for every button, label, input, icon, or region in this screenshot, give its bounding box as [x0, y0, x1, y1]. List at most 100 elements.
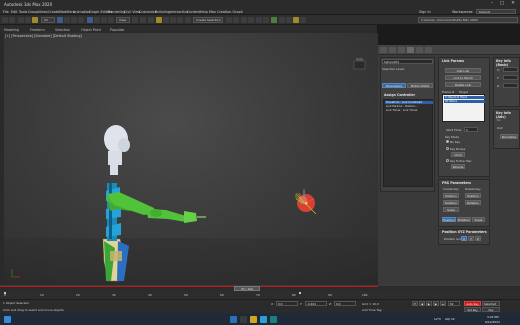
- time-slider-thumb[interactable]: 82 / 100: [234, 285, 260, 291]
- curve-editor-icon[interactable]: [256, 16, 262, 23]
- rotation-mode-button[interactable]: Rotation: [457, 217, 471, 222]
- placement-icon[interactable]: [108, 16, 114, 23]
- render-in-cloud-icon[interactable]: [300, 16, 306, 23]
- menu-create[interactable]: Create: [48, 10, 59, 14]
- select-object-icon[interactable]: [57, 16, 63, 23]
- move-icon[interactable]: [87, 16, 93, 23]
- project-path-field[interactable]: C:\Users\...\Documents\3ds Max 2020: [418, 16, 518, 23]
- minimize-button[interactable]: –: [488, 1, 496, 7]
- sphere-object[interactable]: [295, 189, 317, 215]
- start-icon[interactable]: [4, 315, 11, 323]
- scale-mode-button[interactable]: Scale: [472, 217, 485, 222]
- go-to-start-icon[interactable]: ⏮: [412, 301, 418, 306]
- list-item[interactable]: Link Times : Link Times: [385, 109, 433, 112]
- key-z-spinner[interactable]: [503, 83, 518, 88]
- mirror-icon[interactable]: [226, 16, 232, 23]
- menu-content[interactable]: Content: [187, 10, 201, 14]
- key-info-basic-title[interactable]: Key Info (Basic): [496, 59, 520, 67]
- auto-key-button[interactable]: Auto Key: [464, 301, 481, 306]
- bind-space-warp-icon[interactable]: [32, 16, 38, 23]
- 3ds-max-icon[interactable]: [270, 315, 277, 323]
- controller-list[interactable]: Transform : Link Constraint Link Params …: [383, 99, 433, 187]
- selection-filter-dropdown[interactable]: All: [41, 16, 55, 23]
- create-position-key-button[interactable]: Position: [443, 193, 459, 198]
- prs-parameters-title[interactable]: PRS Parameters: [442, 181, 471, 185]
- link-params-title[interactable]: Link Params: [442, 59, 464, 63]
- windows-icon[interactable]: [230, 315, 237, 323]
- key-entire-hierarchy-radio[interactable]: [446, 159, 449, 162]
- redo-icon[interactable]: [9, 16, 15, 23]
- ribbon-tab-object-paint[interactable]: Object Paint: [81, 28, 101, 32]
- list-item[interactable]: 82 World: [444, 99, 485, 103]
- ribbon-tab-populate[interactable]: Populate: [110, 28, 124, 32]
- menu-tools[interactable]: Tools: [19, 10, 27, 14]
- align-icon[interactable]: [233, 16, 239, 23]
- unlink-icon[interactable]: [25, 16, 31, 23]
- delete-rotation-key-button[interactable]: Rotation: [465, 200, 481, 205]
- z-coord-field[interactable]: 0.0: [334, 301, 356, 306]
- position-mode-button[interactable]: Position: [442, 217, 456, 222]
- axis-y-button[interactable]: Y: [468, 236, 474, 241]
- go-to-end-icon[interactable]: ⏭: [440, 301, 446, 306]
- next-frame-icon[interactable]: ▶: [433, 301, 439, 306]
- previous-frame-icon[interactable]: ◀: [419, 301, 425, 306]
- rotate-icon[interactable]: [94, 16, 100, 23]
- snaps-toggle-icon[interactable]: [156, 16, 162, 23]
- selection-set-dropdown[interactable]: Create Selection Set: [193, 16, 223, 27]
- scene-explorer-icon[interactable]: [241, 16, 247, 23]
- menu-civil-view[interactable]: Civil View: [124, 10, 140, 14]
- select-manipulate-icon[interactable]: [140, 16, 146, 23]
- key-filters-button[interactable]: Key Filters...: [482, 307, 500, 316]
- assign-controller-title[interactable]: Assign Controller: [384, 93, 415, 97]
- x-coord-field[interactable]: 0.0: [276, 301, 298, 306]
- menu-views[interactable]: Views: [38, 10, 48, 14]
- list-item[interactable]: Transform : Link Constraint: [385, 101, 433, 105]
- workspaces-dropdown[interactable]: Default: [476, 9, 516, 14]
- keyboard-shortcut-icon[interactable]: [148, 16, 154, 23]
- menu-scripting[interactable]: Scripting: [155, 10, 170, 14]
- spinner-snap-icon[interactable]: [177, 16, 183, 23]
- normalize-button[interactable]: Normalize: [500, 134, 518, 139]
- menu-group[interactable]: Group: [28, 10, 38, 14]
- keyframe-marker[interactable]: [4, 291, 6, 294]
- schematic-view-icon[interactable]: [263, 16, 269, 23]
- scale-icon[interactable]: [101, 16, 107, 23]
- edge-icon[interactable]: [260, 315, 267, 323]
- perspective-viewport[interactable]: [+] [Perspective] [Standard] [Default Sh…: [4, 33, 378, 285]
- select-by-name-icon[interactable]: [64, 16, 70, 23]
- motion-paths-tab-button[interactable]: Motion Paths: [407, 83, 433, 88]
- edit-named-sets-icon[interactable]: [185, 16, 191, 23]
- menu-animation[interactable]: Animation: [73, 10, 90, 14]
- key-nodes-radio[interactable]: [446, 147, 449, 150]
- link-icon[interactable]: [18, 16, 24, 23]
- rendered-frame-window-icon[interactable]: [286, 16, 292, 23]
- hierarchy-tab-icon[interactable]: [398, 47, 405, 53]
- create-tab-icon[interactable]: [380, 47, 387, 53]
- delete-link-button[interactable]: Delete Link: [445, 82, 481, 87]
- file-explorer-icon[interactable]: [250, 315, 257, 323]
- undo-icon[interactable]: [2, 16, 8, 23]
- menu-help[interactable]: Help: [200, 10, 208, 14]
- menu-edit[interactable]: Edit: [11, 10, 18, 14]
- child-button[interactable]: Child: [451, 152, 465, 157]
- reference-coordinate-dropdown[interactable]: View: [116, 16, 130, 23]
- parameters-tab-button[interactable]: Parameters: [382, 83, 406, 88]
- display-tab-icon[interactable]: [416, 47, 423, 53]
- utilities-tab-icon[interactable]: [425, 47, 432, 53]
- character-rig[interactable]: [102, 125, 206, 282]
- current-frame-field[interactable]: 82: [448, 301, 460, 306]
- motion-tab-icon[interactable]: [407, 47, 414, 53]
- layer-explorer-icon[interactable]: [248, 16, 254, 23]
- menu-file[interactable]: File: [3, 10, 9, 14]
- pivot-center-icon[interactable]: [132, 16, 138, 23]
- angle-snap-icon[interactable]: [163, 16, 169, 23]
- key-set-dropdown[interactable]: Selected: [482, 301, 500, 306]
- render-production-icon[interactable]: [293, 16, 299, 23]
- render-setup-icon[interactable]: [279, 16, 285, 23]
- set-key-button[interactable]: Set Key: [464, 307, 481, 312]
- start-time-spinner[interactable]: 0: [464, 127, 478, 132]
- ribbon-tab-modeling[interactable]: Modeling: [4, 28, 19, 32]
- window-crossing-icon[interactable]: [78, 16, 84, 23]
- menu-max-creation-graph[interactable]: Max Creation Graph: [209, 10, 243, 14]
- no-key-radio[interactable]: [446, 140, 449, 143]
